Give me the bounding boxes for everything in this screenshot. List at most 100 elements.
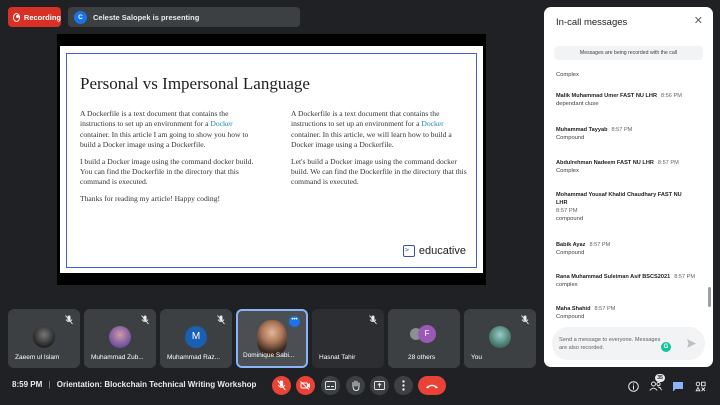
participant-name: Zaeem ul Islam <box>15 354 60 361</box>
leave-call-button[interactable] <box>418 376 446 395</box>
participant-tile[interactable]: M Muhammad Raz... <box>160 309 232 368</box>
chat-message: Rana Muhammad Suleiman Asif BSCS2021 8:57… <box>556 273 704 289</box>
presenter-text: Celeste Salopek is presenting <box>93 12 200 22</box>
right-paragraph-2: Let's build a Docker image using the com… <box>291 156 467 187</box>
avatar <box>33 326 55 348</box>
meeting-details-button[interactable] <box>626 379 640 393</box>
self-tile[interactable]: You <box>464 309 536 368</box>
presenter-chip[interactable]: C Celeste Salopek is presenting <box>68 7 300 27</box>
message-sender: Maha Shahid <box>556 306 591 312</box>
in-call-messages-panel: In-call messages ✕ Messages are being re… <box>544 7 713 367</box>
record-icon <box>13 12 20 22</box>
panel-title: In-call messages <box>556 17 628 28</box>
others-tile[interactable]: F 28 others <box>388 309 460 368</box>
docker-link: Docker <box>421 119 444 129</box>
separator: | <box>48 380 51 389</box>
message-input-placeholder: Send a message to everyone. Messages are… <box>559 337 661 351</box>
presentation-area: Personal vs Impersonal Language A Docker… <box>57 34 486 285</box>
message-text: Complex <box>556 72 579 78</box>
message-text: Compound <box>556 250 585 256</box>
clock: 8:59 PM <box>12 380 43 389</box>
participant-tile[interactable]: Zaeem ul Islam <box>8 309 80 368</box>
message-time: 8:57 PM <box>589 242 611 248</box>
more-options-icon[interactable]: ••• <box>289 316 300 327</box>
avatar <box>109 326 131 348</box>
meeting-title: Orientation: Blockchain Technical Writin… <box>56 380 257 389</box>
mic-off-icon <box>521 315 529 325</box>
present-screen-button[interactable] <box>370 376 389 395</box>
mic-off-icon <box>217 315 225 325</box>
avatar: M <box>185 326 207 348</box>
mic-off-icon <box>65 315 73 325</box>
message-sender: Mohammad Yousaf Khalid Chaudhary FAST NU… <box>556 192 682 206</box>
message-time: 8:57 PM <box>611 127 633 133</box>
left-paragraph-3: Thanks for reading my article! Happy cod… <box>80 193 221 203</box>
avatar <box>489 326 511 348</box>
participant-tile[interactable]: Muhammad Zub... <box>84 309 156 368</box>
slide-border: Personal vs Impersonal Language A Docker… <box>66 53 477 268</box>
chat-message: Muhammad Tayyab 8:57 PM Compound <box>556 126 704 142</box>
people-icon <box>648 381 662 391</box>
chat-icon <box>673 381 683 391</box>
left-paragraph-1: A Dockerfile is a text document that con… <box>80 109 249 150</box>
chat-message: Complex <box>556 71 704 79</box>
present-icon <box>374 381 385 390</box>
participant-tile[interactable]: Hasnat Tahir <box>312 309 384 368</box>
message-sender: Malik Muhammad Umer FAST NU LHR <box>556 93 658 99</box>
recording-notice: Messages are being recorded with the cal… <box>554 46 703 60</box>
recording-label: Recording <box>23 12 61 22</box>
chat-message: Maha Shahid 8:57 PM Compound <box>556 305 704 321</box>
left-paragraph-2: I build a Docker image using the command… <box>80 156 254 187</box>
camera-toggle-button[interactable] <box>296 376 315 395</box>
avatar-stack: F <box>410 324 440 344</box>
camera-off-icon <box>300 381 310 390</box>
presenter-avatar: C <box>74 10 87 24</box>
chat-scrollbar[interactable] <box>708 287 711 307</box>
participant-name: Hasnat Tahir <box>319 354 356 361</box>
mic-toggle-button[interactable] <box>272 376 291 395</box>
message-sender: Babik Ayaz <box>556 242 586 248</box>
educative-icon: > <box>402 245 415 257</box>
send-icon[interactable] <box>686 338 697 349</box>
recording-badge[interactable]: Recording <box>8 7 61 27</box>
captions-icon <box>325 381 336 390</box>
activities-button[interactable] <box>693 379 707 393</box>
message-time: 8:57 PM <box>657 160 679 166</box>
activities-icon <box>694 381 706 391</box>
message-time: 8:57 PM <box>556 208 578 214</box>
grammarly-icon[interactable]: G <box>661 342 671 352</box>
info-icon <box>627 380 639 392</box>
docker-link: Docker <box>210 119 233 129</box>
more-options-button[interactable] <box>394 376 413 395</box>
participant-name: Muhammad Zub... <box>91 354 144 361</box>
close-icon[interactable]: ✕ <box>694 16 703 27</box>
message-time: 8:56 PM <box>661 93 682 99</box>
chat-button[interactable] <box>671 379 685 393</box>
message-list[interactable]: Complex Malik Muhammad Umer FAST NU LHR 8… <box>556 67 706 329</box>
message-text: Compound <box>556 314 585 320</box>
message-text: dependant cluse <box>556 101 599 107</box>
chat-message: Abdulrehman Nadeem FAST NU LHR 8:57 PM Co… <box>556 159 704 175</box>
slide-title: Personal vs Impersonal Language <box>80 74 310 93</box>
mic-off-icon <box>277 380 286 391</box>
video-feed <box>257 320 287 356</box>
avatar: F <box>418 325 436 343</box>
chat-message: Babik Ayaz 8:57 PM Compound <box>556 241 704 257</box>
message-input[interactable]: Send a message to everyone. Messages are… <box>552 327 705 360</box>
message-text: compound <box>556 216 584 222</box>
slide-left-column: A Dockerfile is a text document that con… <box>80 109 258 210</box>
message-text: Compound <box>556 135 585 141</box>
slide-right-column: A Dockerfile is a text document that con… <box>291 109 469 194</box>
message-text: complex <box>556 282 578 288</box>
participant-name: Dominique Sabi... <box>243 352 295 359</box>
message-sender: Abdulrehman Nadeem FAST NU LHR <box>556 160 654 166</box>
captions-button[interactable] <box>321 376 340 395</box>
right-paragraph-1: A Dockerfile is a text document that con… <box>291 109 452 150</box>
participant-tile-active[interactable]: ••• Dominique Sabi... <box>236 309 308 368</box>
raise-hand-button[interactable] <box>346 376 365 395</box>
chat-message: Malik Muhammad Umer FAST NU LHR 8:56 PM d… <box>556 92 704 108</box>
mic-off-icon <box>369 315 377 325</box>
participant-name: You <box>471 354 482 361</box>
message-text: Complex <box>556 168 579 174</box>
slide: Personal vs Impersonal Language A Docker… <box>60 46 483 273</box>
